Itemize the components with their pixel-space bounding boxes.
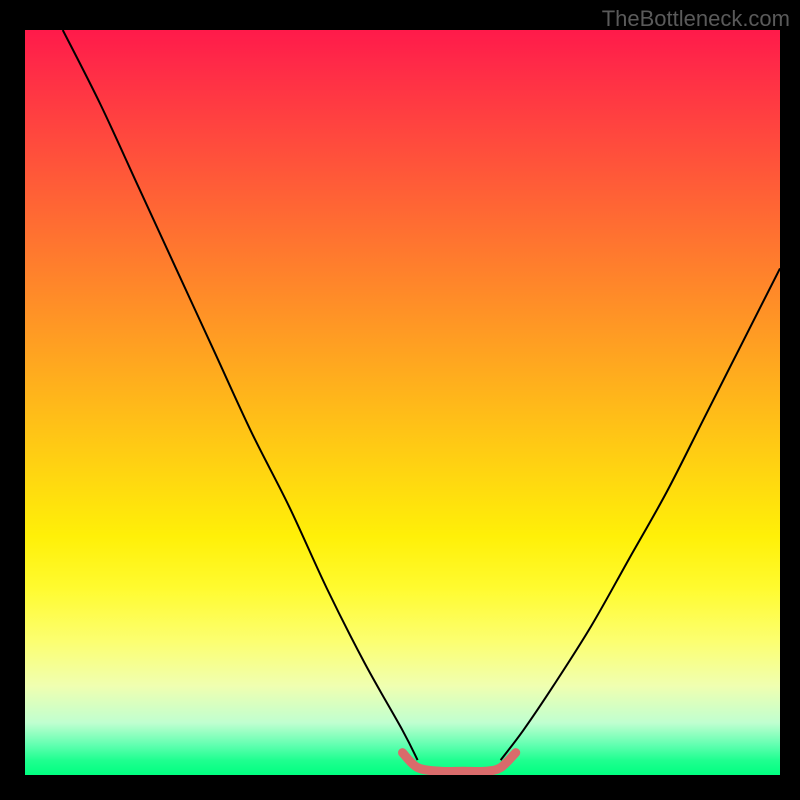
chart-curves-svg [25,30,780,775]
curve-group [63,30,780,772]
chart-plot-area [25,30,780,775]
watermark-text: TheBottleneck.com [602,6,790,32]
right-curve-path [501,268,780,760]
left-curve-path [63,30,418,760]
valley-flat-path [403,753,516,772]
